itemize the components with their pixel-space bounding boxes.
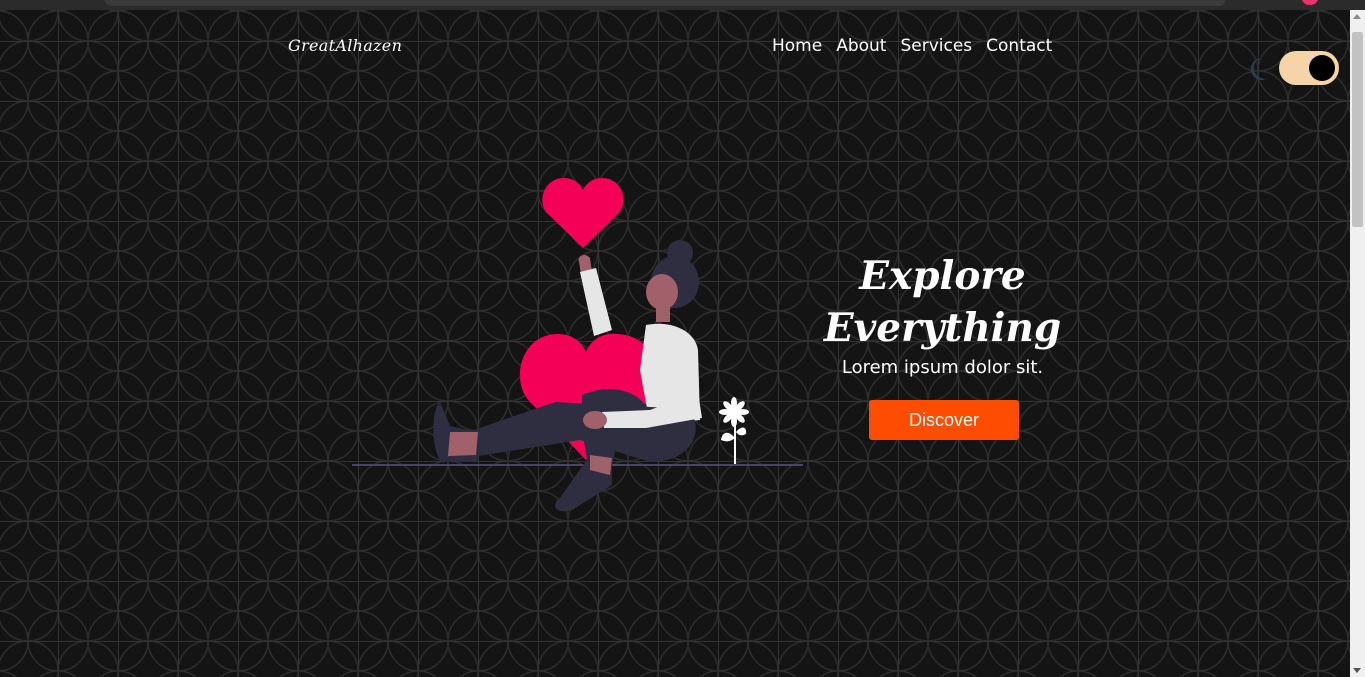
back-ankle — [448, 432, 478, 456]
scrollbar-thumb[interactable] — [1352, 32, 1363, 227]
face — [646, 274, 678, 310]
page-scrollbar[interactable] — [1350, 10, 1365, 677]
site-logo[interactable]: GreatAlhazen — [288, 36, 402, 55]
flower-leaf-2 — [736, 427, 747, 436]
nav-link-about[interactable]: About — [836, 36, 886, 56]
discover-button[interactable]: Discover — [869, 400, 1019, 440]
hand — [583, 411, 607, 429]
theme-toggle[interactable] — [1279, 51, 1339, 85]
browser-chrome — [0, 0, 1365, 10]
theme-toggle-knob — [1309, 55, 1335, 81]
hero-subtitle: Lorem ipsum dolor sit. — [841, 357, 1044, 378]
nav-link-home[interactable]: Home — [772, 36, 822, 56]
hero-title-line2: Everything — [823, 305, 1062, 351]
raised-sleeve — [580, 268, 612, 336]
hair-bun — [667, 240, 693, 266]
main-nav: Home About Services Contact — [772, 36, 1052, 56]
scroll-down-icon[interactable] — [1353, 668, 1361, 673]
flower-head — [719, 397, 749, 427]
address-bar[interactable] — [105, 0, 1225, 6]
profile-badge[interactable] — [1302, 0, 1318, 5]
nav-link-contact[interactable]: Contact — [986, 36, 1052, 56]
nav-link-services[interactable]: Services — [900, 36, 972, 56]
hero-title: Explore Everything — [820, 250, 1065, 354]
hero-title-line1: Explore — [859, 253, 1026, 299]
flower-leaf — [721, 432, 735, 442]
hero-illustration — [352, 178, 803, 512]
scroll-up-icon[interactable] — [1353, 14, 1361, 19]
floating-heart-icon — [542, 178, 624, 248]
moon-icon — [1250, 58, 1268, 80]
